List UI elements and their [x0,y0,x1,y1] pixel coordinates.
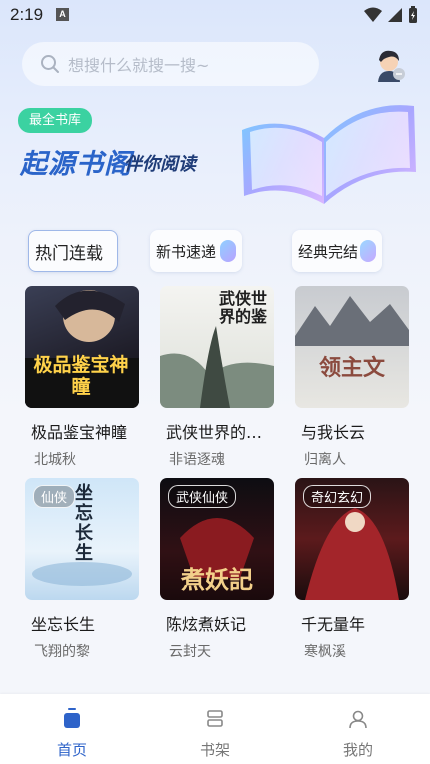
nav-bookshelf[interactable]: 书架 [175,704,255,760]
book-author: 寒枫溪 [304,644,346,660]
genre-tag: 奇幻玄幻 [303,485,372,508]
book-author: 北城秋 [34,452,76,468]
cover-title: 武侠世界的鉴 [218,289,267,326]
cover-title: 煮妖記 [181,566,253,594]
book-title: 坐忘长生 [31,615,96,634]
book-card[interactable]: 奇幻玄幻 千无量年 寒枫溪 [295,478,409,661]
book-cover: 武侠世界的鉴 [160,286,274,408]
banner-subtitle: 伴你阅读 [124,154,196,175]
tab-label: 热门连载 [35,243,103,264]
book-title: 千无量年 [301,615,366,634]
search-placeholder: 想搜什么就搜一搜~ [68,56,210,75]
status-bar: 2:19 A [0,0,430,30]
tab-label: 经典完结 [298,242,359,261]
book-cover: 极品鉴宝神瞳 [25,286,139,408]
book-card[interactable]: 极品鉴宝神瞳 极品鉴宝神瞳 北城秋 [25,286,139,469]
signal-icon [388,8,402,22]
open-book-illustration [242,105,416,204]
home-icon [64,708,80,728]
book-cover: 武侠仙侠 煮妖記 [160,478,274,600]
book-title: 武侠世界的… [166,423,263,442]
book-author: 非语逐魂 [169,452,225,468]
tab-classic-finished[interactable]: 经典完结 [292,230,382,272]
sparkle-icon [360,240,376,262]
cover-title: 领主文 [318,356,385,381]
search-input[interactable]: 想搜什么就搜一搜~ [22,42,319,86]
nav-label: 书架 [199,741,230,759]
book-title: 极品鉴宝神瞳 [31,423,128,442]
bottom-nav: 首页 书架 我的 [0,694,430,764]
book-card[interactable]: 领主文 与我长云 归离人 [295,286,409,469]
nav-profile[interactable]: 我的 [318,704,398,760]
status-icons [364,6,418,24]
status-time: 2:19 [10,5,44,24]
search-icon [41,55,59,73]
sparkle-icon [220,240,236,262]
book-cover: 仙侠 坐忘长生 [25,478,139,600]
nav-home[interactable]: 首页 [32,704,112,760]
tab-hot-serial[interactable]: 热门连载 [28,230,118,272]
book-card[interactable]: 武侠仙侠 煮妖記 陈炫煮妖记 云封天 [160,478,274,661]
banner-badge: 最全书库 [18,108,93,133]
book-cover: 领主文 [295,286,409,408]
cover-title: 坐忘长生 [75,483,93,564]
bookshelf-icon [207,710,223,727]
book-title: 陈炫煮妖记 [166,615,247,634]
battery-icon [409,6,417,23]
book-author: 飞翔的黎 [34,644,90,660]
notification-icon: A [56,8,69,21]
book-author: 云封天 [169,644,211,660]
book-card[interactable]: 仙侠 坐忘长生 坐忘长生 飞翔的黎 [25,478,139,661]
tab-label: 新书速递 [156,242,217,261]
book-author: 归离人 [304,452,346,468]
book-title: 与我长云 [301,423,366,442]
wifi-icon [364,7,382,22]
genre-tag: 仙侠 [33,485,76,508]
book-card[interactable]: 武侠世界的鉴 武侠世界的… 非语逐魂 [160,286,274,469]
book-grid: 极品鉴宝神瞳 极品鉴宝神瞳 北城秋 武侠世界的鉴 武侠世界的… 非语逐魂 领主文… [0,286,430,694]
nav-label: 首页 [56,741,87,759]
nav-label: 我的 [342,741,373,759]
book-cover: 奇幻玄幻 [295,478,409,600]
banner-title: 起源书阁 [20,149,132,180]
genre-tag: 武侠仙侠 [168,485,237,508]
cover-art [295,296,409,346]
tab-new-books[interactable]: 新书速递 [150,230,242,272]
profile-icon [349,710,367,729]
cover-title: 极品鉴宝神瞳 [33,354,129,398]
avatar[interactable] [375,48,405,82]
